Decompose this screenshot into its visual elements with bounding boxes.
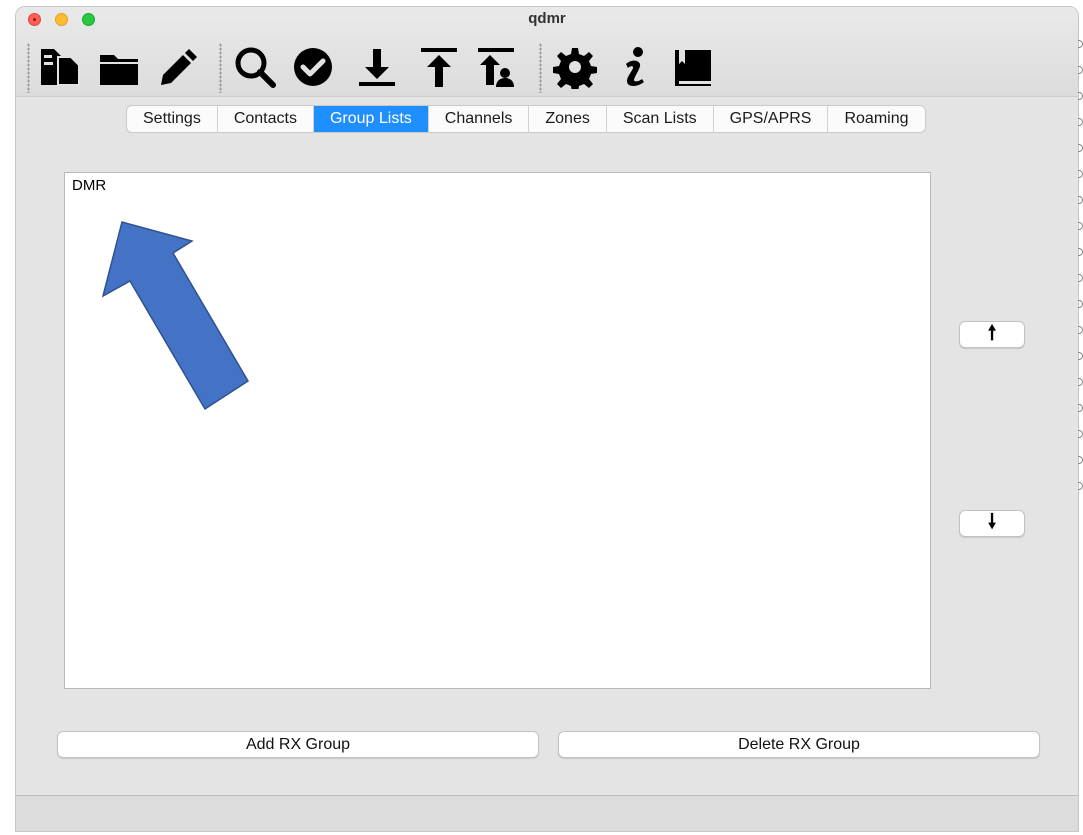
title-bar: qdmr xyxy=(16,7,1078,97)
move-up-button[interactable]: 🠕 xyxy=(959,321,1025,348)
list-item[interactable]: DMR xyxy=(65,173,930,198)
add-rx-group-button[interactable]: Add RX Group xyxy=(57,731,539,758)
folder-icon[interactable] xyxy=(97,45,141,89)
tab-group-lists[interactable]: Group Lists xyxy=(313,106,429,132)
annotation-arrow-icon xyxy=(95,215,265,450)
tab-settings[interactable]: Settings xyxy=(127,106,218,132)
background-window-edge xyxy=(1078,40,1083,520)
tab-zones[interactable]: Zones xyxy=(529,106,607,132)
move-down-button[interactable]: 🠗 xyxy=(959,510,1025,537)
upload-contacts-icon[interactable] xyxy=(474,45,518,89)
delete-rx-group-button[interactable]: Delete RX Group xyxy=(558,731,1040,758)
toolbar-grip[interactable] xyxy=(27,43,30,93)
window-title: qdmr xyxy=(528,10,566,27)
gear-icon[interactable] xyxy=(553,45,597,89)
status-bar xyxy=(16,795,1078,831)
pencil-icon[interactable] xyxy=(153,45,197,89)
toolbar-grip[interactable] xyxy=(539,43,542,93)
download-icon[interactable] xyxy=(355,45,399,89)
info-icon[interactable] xyxy=(614,45,658,89)
tab-roaming[interactable]: Roaming xyxy=(828,106,924,132)
tab-scan-lists[interactable]: Scan Lists xyxy=(607,106,714,132)
arrow-down-icon: 🠗 xyxy=(987,510,997,533)
tab-channels[interactable]: Channels xyxy=(429,106,530,132)
tab-bar: Settings Contacts Group Lists Channels Z… xyxy=(126,105,926,133)
tab-gps-aprs[interactable]: GPS/APRS xyxy=(714,106,829,132)
upload-icon[interactable] xyxy=(417,45,461,89)
arrow-up-icon: 🠕 xyxy=(987,321,997,344)
new-document-icon[interactable] xyxy=(38,45,82,89)
tab-contacts[interactable]: Contacts xyxy=(218,106,314,132)
book-icon[interactable] xyxy=(671,45,715,89)
check-circle-icon[interactable] xyxy=(291,45,335,89)
toolbar-grip[interactable] xyxy=(219,43,222,93)
search-icon[interactable] xyxy=(233,45,277,89)
